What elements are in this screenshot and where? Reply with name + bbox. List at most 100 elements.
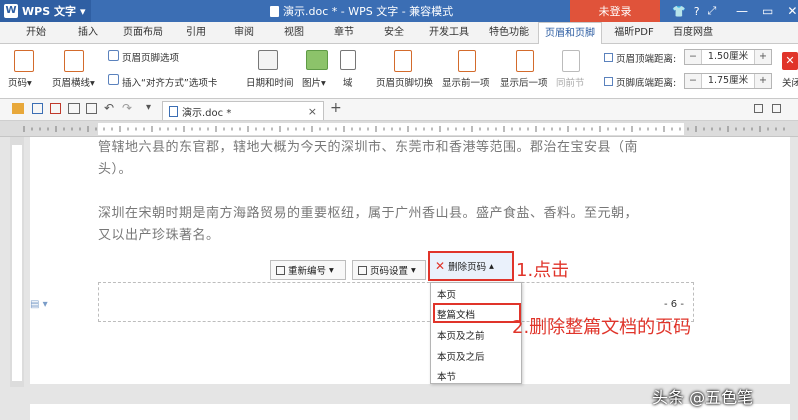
decrement-button[interactable]: −: [685, 74, 701, 88]
header-line-icon: [64, 50, 84, 72]
fullscreen-icon[interactable]: ⤢: [708, 4, 717, 18]
footer-bottom-distance-value[interactable]: 1.75厘米: [701, 74, 755, 88]
increment-button[interactable]: +: [755, 74, 771, 88]
menu-item-this-and-before[interactable]: 本页及之前: [437, 328, 485, 342]
page-number-text[interactable]: - 6 -: [664, 299, 684, 310]
print-icon[interactable]: [68, 103, 80, 114]
show-next-button[interactable]: 显示后一项: [500, 75, 548, 89]
window-title: 演示.doc * - WPS 文字 - 兼容模式: [270, 0, 453, 22]
quick-access-bar: ↶ ↷ ▾ 演示.doc * × +: [0, 99, 798, 121]
footer-marker-icon[interactable]: ▤ ▾: [30, 299, 48, 310]
customize-dropdown-icon[interactable]: ▾: [146, 102, 151, 113]
tab-view[interactable]: 视图: [276, 22, 312, 44]
login-button[interactable]: 未登录: [570, 0, 660, 22]
tab-references[interactable]: 引用: [178, 22, 214, 44]
show-next-icon: [516, 50, 534, 72]
tab-page-layout[interactable]: 页面布局: [118, 22, 168, 44]
export-pdf-icon[interactable]: [50, 103, 61, 114]
footer-distance-icon: [604, 77, 613, 86]
tab-foxit-pdf[interactable]: 福昕PDF: [610, 22, 658, 44]
delete-page-number-menu: 本页 整篇文档 本页及之前 本页及之后 本节: [430, 282, 522, 384]
document-title: 演示.doc * - WPS 文字 - 兼容模式: [283, 5, 454, 18]
renumber-button[interactable]: 重新编号 ▾: [270, 260, 346, 280]
increment-button[interactable]: +: [755, 50, 771, 64]
panel-icon[interactable]: [754, 104, 763, 113]
redo-icon[interactable]: ↷: [122, 101, 132, 115]
menu-bar: 开始 插入 页面布局 引用 审阅 视图 章节 安全 开发工具 特色功能 页眉和页…: [0, 22, 798, 45]
undo-icon[interactable]: ↶: [104, 101, 114, 115]
page-number-settings-button[interactable]: 页码设置 ▾: [352, 260, 426, 280]
footer-bottom-distance-stepper[interactable]: − 1.75厘米 +: [684, 73, 772, 89]
chevron-down-icon: ▾: [411, 264, 416, 276]
picture-icon: [306, 50, 328, 70]
vertical-ruler[interactable]: [10, 137, 24, 387]
close-header-footer-button[interactable]: 关闭: [782, 75, 798, 89]
tab-baidu-netdisk[interactable]: 百度网盘: [668, 22, 718, 44]
paragraph-line: 头）。: [98, 162, 133, 177]
renumber-icon: [276, 265, 285, 275]
show-previous-button[interactable]: 显示前一项: [442, 75, 490, 89]
header-distance-icon: [604, 53, 613, 62]
save-icon[interactable]: [32, 103, 43, 114]
highlight-box: [433, 303, 521, 323]
document-tab[interactable]: 演示.doc * ×: [162, 101, 324, 120]
window-controls: — ▭ ✕: [736, 0, 797, 22]
restore-button[interactable]: ▭: [762, 4, 773, 18]
shirt-icon[interactable]: 👕: [672, 5, 686, 18]
insert-align-tab-button[interactable]: 插入“对齐方式”选项卡: [122, 75, 217, 89]
settings-icon: [358, 265, 367, 275]
show-previous-icon: [458, 50, 476, 72]
footer-bottom-distance-label: 页脚底端距离:: [604, 75, 676, 89]
tab-start[interactable]: 开始: [18, 22, 54, 44]
minimize-button[interactable]: —: [736, 4, 748, 18]
doc-file-icon: [169, 105, 178, 117]
title-tools: 👕 ? ⤢: [672, 0, 716, 22]
tab-insert[interactable]: 插入: [70, 22, 106, 44]
ribbon: 页码▾ 页眉横线▾ 页眉页脚选项 插入“对齐方式”选项卡 日期和时间 图片▾ 域…: [0, 44, 798, 99]
help-icon[interactable]: ?: [694, 5, 700, 18]
page-number-button[interactable]: 页码▾: [8, 75, 32, 89]
tab-review[interactable]: 审阅: [226, 22, 262, 44]
tab-header-footer[interactable]: 页眉和页脚: [538, 22, 602, 45]
new-tab-icon[interactable]: +: [330, 100, 342, 116]
menu-item-this-and-after[interactable]: 本页及之后: [437, 349, 485, 363]
tab-developer[interactable]: 开发工具: [424, 22, 474, 44]
header-line-button[interactable]: 页眉横线▾: [52, 75, 95, 89]
calendar-icon: [258, 50, 278, 70]
document-page[interactable]: 管辖地六县的东官郡，辖地大概为今天的深圳市、东莞市和香港等范围。郡治在宝安县（南…: [30, 137, 790, 384]
decrement-button[interactable]: −: [685, 50, 701, 64]
menu-item-this-page[interactable]: 本页: [437, 287, 456, 301]
print-preview-icon[interactable]: [86, 103, 97, 114]
menu-item-this-section[interactable]: 本节: [437, 369, 456, 383]
tab-security[interactable]: 安全: [376, 22, 412, 44]
close-header-footer-icon: ✕: [782, 52, 798, 70]
tab-section[interactable]: 章节: [326, 22, 362, 44]
switch-header-footer-button[interactable]: 页眉页脚切换: [376, 75, 433, 89]
app-menu-button[interactable]: W WPS 文字 ▾: [0, 0, 92, 22]
field-button[interactable]: 域: [343, 75, 353, 89]
delete-x-icon: ✕: [435, 259, 446, 273]
field-icon: [340, 50, 356, 70]
app-name: WPS 文字: [22, 5, 76, 18]
paragraph-line: 深圳在宋朝时期是南方海路贸易的重要枢纽，属于广州香山县。盛产食盐、香料。至元朝，: [98, 206, 639, 221]
close-button[interactable]: ✕: [787, 4, 797, 18]
close-tab-icon[interactable]: ×: [308, 105, 317, 118]
header-top-distance-stepper[interactable]: − 1.50厘米 +: [684, 49, 772, 65]
picture-button[interactable]: 图片▾: [302, 75, 326, 89]
header-top-distance-label: 页眉顶端距离:: [604, 51, 676, 65]
same-as-previous-button[interactable]: 同前节: [556, 75, 585, 89]
delete-page-number-button[interactable]: ✕ 删除页码 ▴: [428, 251, 514, 281]
panel-icon-2[interactable]: [772, 104, 781, 113]
insert-tab-icon: [108, 74, 119, 85]
open-folder-icon[interactable]: [12, 103, 24, 114]
watermark: 头条 @五色笔: [652, 388, 754, 407]
ruler-ticks: [23, 126, 785, 132]
header-footer-options-button[interactable]: 页眉页脚选项: [122, 50, 179, 64]
horizontal-ruler[interactable]: [0, 121, 798, 137]
title-bar: W WPS 文字 ▾ 演示.doc * - WPS 文字 - 兼容模式 未登录 …: [0, 0, 798, 22]
tab-features[interactable]: 特色功能: [484, 22, 534, 44]
header-top-distance-value[interactable]: 1.50厘米: [701, 50, 755, 64]
date-time-button[interactable]: 日期和时间: [246, 75, 294, 89]
chevron-down-icon: ▾: [329, 264, 334, 276]
vertical-ruler-text-area: [12, 145, 22, 381]
